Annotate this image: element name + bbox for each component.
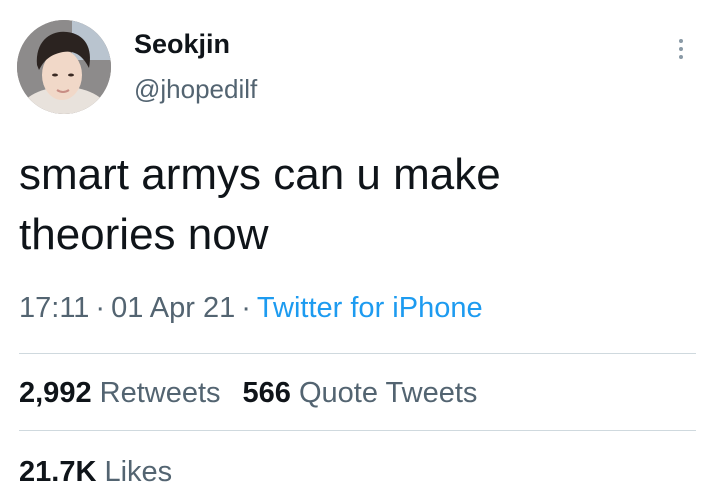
more-options-icon[interactable] [670,34,692,64]
tweet-date[interactable]: 01 Apr 21 [111,292,235,324]
quote-tweets-count: 566 [242,377,291,409]
divider [19,353,696,354]
likes-label: Likes [104,456,173,488]
engagement-stats: 2,992 Retweets 566 Quote Tweets [19,373,477,413]
tweet-text: smart armys can u make theories now [19,145,679,265]
quote-tweets-link[interactable]: 566 Quote Tweets [243,377,478,409]
likes-stats: 21.7K Likes [19,452,172,492]
tweet-text-line: theories now [19,210,269,259]
meta-separator: · [241,292,251,324]
tweet-text-line: smart armys can u make [19,150,501,199]
likes-count: 21.7K [19,456,97,488]
retweets-count: 2,992 [19,377,92,409]
quote-tweets-label: Quote Tweets [298,377,478,409]
tweet-source-link[interactable]: Twitter for iPhone [257,292,483,324]
meta-separator: · [95,292,106,324]
tweet-card: Seokjin @jhopedilf smart armys can u mak… [0,0,717,498]
profile-photo-icon [17,20,111,114]
divider [19,430,696,431]
retweets-label: Retweets [99,377,221,409]
tweet-time[interactable]: 17:11 [19,292,89,324]
display-name[interactable]: Seokjin [134,28,230,60]
retweets-link[interactable]: 2,992 Retweets [19,377,221,409]
avatar[interactable] [17,20,111,114]
tweet-meta: 17:11 · 01 Apr 21 · Twitter for iPhone [19,288,483,328]
user-handle[interactable]: @jhopedilf [134,73,257,105]
likes-link[interactable]: 21.7K Likes [19,456,172,488]
